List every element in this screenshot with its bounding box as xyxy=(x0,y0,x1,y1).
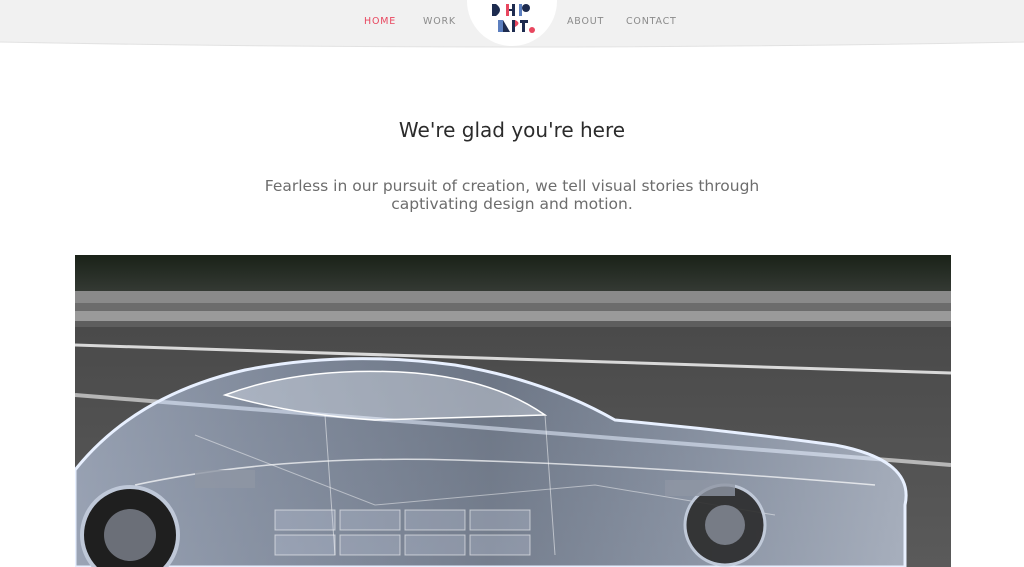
page-title: We're glad you're here xyxy=(398,118,626,142)
nav-contact[interactable]: CONTACT xyxy=(626,16,677,27)
subtitle-line-1: Fearless in our pursuit of creation, we … xyxy=(264,177,760,195)
car-xray-image xyxy=(75,255,951,567)
dhp-logo-icon xyxy=(492,4,535,33)
page-subtitle: Fearless in our pursuit of creation, we … xyxy=(232,177,792,213)
nav-home[interactable]: HOME xyxy=(364,16,396,27)
hero-media[interactable] xyxy=(75,255,951,567)
subtitle-line-2: captivating design and motion. xyxy=(391,195,633,213)
nav-work[interactable]: WORK xyxy=(423,16,456,27)
nav-about[interactable]: ABOUT xyxy=(567,16,604,27)
